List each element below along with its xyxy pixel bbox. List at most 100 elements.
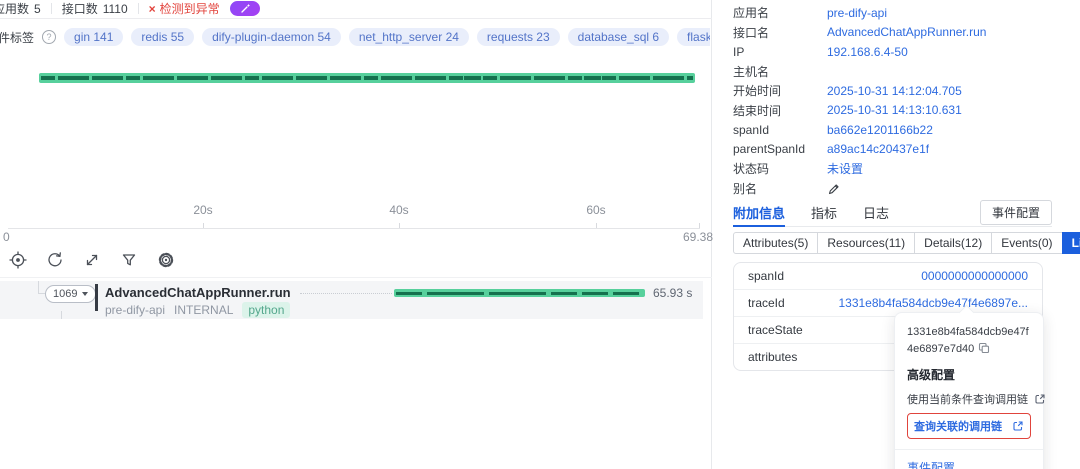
span-duration-bar[interactable] xyxy=(394,289,645,297)
table-value-link[interactable]: 0000000000000000 xyxy=(921,269,1028,283)
span-scatter-band[interactable] xyxy=(39,73,695,83)
subtab-links[interactable]: Links(4) xyxy=(1061,232,1080,254)
component-tag[interactable]: database_sql 6 xyxy=(567,28,670,46)
x-axis xyxy=(8,228,700,229)
app-count-stat: 应用数 5 xyxy=(0,0,41,17)
field-value-link[interactable]: 2025-10-31 14:12:04.705 xyxy=(827,84,962,98)
component-tag[interactable]: flask 2 xyxy=(677,28,710,46)
component-tag[interactable]: requests 23 xyxy=(476,28,560,46)
axis-tick xyxy=(596,223,597,228)
component-tags-row: 组件标签 ? gin 141 redis 55 dify-plugin-daemon… xyxy=(0,26,710,48)
component-tag[interactable]: net_http_server 24 xyxy=(348,28,469,46)
expand-button[interactable] xyxy=(80,248,104,272)
field-label: IP xyxy=(733,44,745,59)
query-related-trace-link-highlighted[interactable]: 查询关联的调用链 xyxy=(907,413,1031,440)
subtab-events[interactable]: Events(0) xyxy=(991,232,1063,254)
query-current-trace-link[interactable]: 使用当前条件查询调用链 xyxy=(907,391,1045,407)
field-value-link[interactable]: pre-dify-api xyxy=(827,6,887,20)
field-label: 结束时间 xyxy=(733,103,782,118)
tree-connector xyxy=(38,293,45,294)
field-label: parentSpanId xyxy=(733,142,806,157)
magic-wand-icon xyxy=(240,4,250,13)
settings-button[interactable] xyxy=(154,248,178,272)
anomaly-label: 检测到异常 xyxy=(159,2,220,16)
field-value-link[interactable]: ba662e1201166b22 xyxy=(827,123,933,137)
component-tag[interactable]: gin 141 xyxy=(64,28,124,46)
table-row: spanId 0000000000000000 xyxy=(734,263,1042,290)
attachment-subtabs: Attributes(5) Resources(11) Details(12) Eve… xyxy=(733,232,1080,254)
error-x-icon: × xyxy=(148,1,156,16)
span-kind: INTERNAL xyxy=(174,303,234,317)
copy-icon[interactable] xyxy=(978,342,990,354)
chevron-down-icon xyxy=(82,292,89,296)
field-label: 开始时间 xyxy=(733,84,782,99)
subtab-attributes[interactable]: Attributes(5) xyxy=(733,232,819,254)
field-value-link[interactable]: a89ac14c20437e1f xyxy=(827,142,929,156)
axis-tick-label: 60s xyxy=(586,203,606,217)
span-name[interactable]: AdvancedChatAppRunner.run xyxy=(105,285,291,300)
axis-max-label: 69.38 xyxy=(682,230,713,244)
api-count-label: 接口数 xyxy=(61,2,98,16)
field-label: spanId xyxy=(733,122,770,137)
span-duration-label: 65.93 s xyxy=(653,286,693,300)
field-value-link[interactable]: 2025-10-31 14:13:10.631 xyxy=(827,103,962,117)
span-fields: 应用名 pre-dify-api 接口名 AdvancedChatAppRunner.… xyxy=(733,3,1080,198)
ai-wand-button[interactable] xyxy=(229,1,260,16)
tree-connector xyxy=(61,311,62,319)
field-row: IP 192.168.6.4-50 xyxy=(733,42,1080,62)
trace-waterfall-panel: 应用数 5 接口数 1110 × 检测到异常 组 xyxy=(0,0,713,469)
help-question-icon[interactable]: ? xyxy=(42,30,57,44)
field-row: parentSpanId a89ac14c20437e1f xyxy=(733,140,1080,160)
trace-id-full-value: 1331e8b4fa584dcb9e47f4e6897e7d40 xyxy=(907,326,1029,356)
field-row: spanId ba662e1201166b22 xyxy=(733,120,1080,140)
filter-button[interactable] xyxy=(117,248,141,272)
span-row-selected[interactable]: 1069 AdvancedChatAppRunner.run pre-dify-… xyxy=(0,281,703,319)
tab-附加信息[interactable]: 附加信息 xyxy=(733,203,786,227)
field-value-link[interactable]: AdvancedChatAppRunner.run xyxy=(827,25,986,39)
divider xyxy=(0,277,712,278)
tags-label: 组件标签 xyxy=(0,30,35,45)
stats-bar: 应用数 5 接口数 1110 × 检测到异常 xyxy=(0,0,712,17)
field-row: 接口名 AdvancedChatAppRunner.run xyxy=(733,23,1080,43)
tag-list: gin 141 redis 55 dify-plugin-daemon 54 net_… xyxy=(64,28,710,46)
subtab-details[interactable]: Details(12) xyxy=(914,232,993,254)
trace-detail-page: 应用数 5 接口数 1110 × 检测到异常 组 xyxy=(0,0,1080,469)
event-config-button[interactable]: 事件配置 xyxy=(979,200,1052,225)
component-tag[interactable]: dify-plugin-daemon 54 xyxy=(202,28,341,46)
tab-日志[interactable]: 日志 xyxy=(863,203,889,226)
span-meta: pre-dify-api INTERNAL python xyxy=(105,302,291,318)
table-value-link[interactable]: 1331e8b4fa584dcb9e47f4e6897e... xyxy=(838,296,1028,310)
field-row: 状态码 未设置 xyxy=(733,159,1080,179)
span-app-name: pre-dify-api xyxy=(105,303,166,317)
refresh-button[interactable] xyxy=(43,248,67,272)
edit-pencil-icon[interactable] xyxy=(827,182,840,195)
leader-line xyxy=(300,293,392,294)
expand-diagonal-icon xyxy=(86,254,98,266)
field-row: 开始时间 2025-10-31 14:12:04.705 xyxy=(733,81,1080,101)
locate-button[interactable] xyxy=(6,248,30,272)
tab-指标[interactable]: 指标 xyxy=(811,203,837,226)
field-value-link[interactable]: 192.168.6.4-50 xyxy=(827,45,908,59)
axis-tick-label: 40s xyxy=(389,203,409,217)
api-count-stat: 接口数 1110 xyxy=(62,0,128,17)
field-label: 接口名 xyxy=(733,25,770,40)
anomaly-detected-link[interactable]: × 检测到异常 xyxy=(149,0,220,17)
subtab-resources[interactable]: Resources(11) xyxy=(817,232,916,254)
refresh-icon xyxy=(48,252,62,267)
field-value-link[interactable]: 未设置 xyxy=(827,160,863,177)
span-language-chip: python xyxy=(242,302,291,318)
axis-tick xyxy=(399,223,400,228)
api-count-value: 1110 xyxy=(102,1,128,16)
component-tag[interactable]: redis 55 xyxy=(131,28,195,46)
field-row: 主机名 xyxy=(733,62,1080,82)
external-link-icon xyxy=(1013,421,1023,431)
axis-tick-label: 20s xyxy=(193,203,213,217)
child-count-toggle[interactable]: 1069 xyxy=(45,285,97,303)
app-count-label: 应用数 xyxy=(0,2,30,16)
table-key: spanId xyxy=(748,269,785,283)
child-count: 1069 xyxy=(53,288,78,300)
waterfall-toolbar xyxy=(6,248,178,272)
field-row: 应用名 pre-dify-api xyxy=(733,3,1080,23)
trace-id-popover: 1331e8b4fa584dcb9e47f4e6897e7d40 高级配置 使用… xyxy=(894,312,1045,469)
popup-event-config-link[interactable]: 事件配置 xyxy=(907,459,1031,469)
